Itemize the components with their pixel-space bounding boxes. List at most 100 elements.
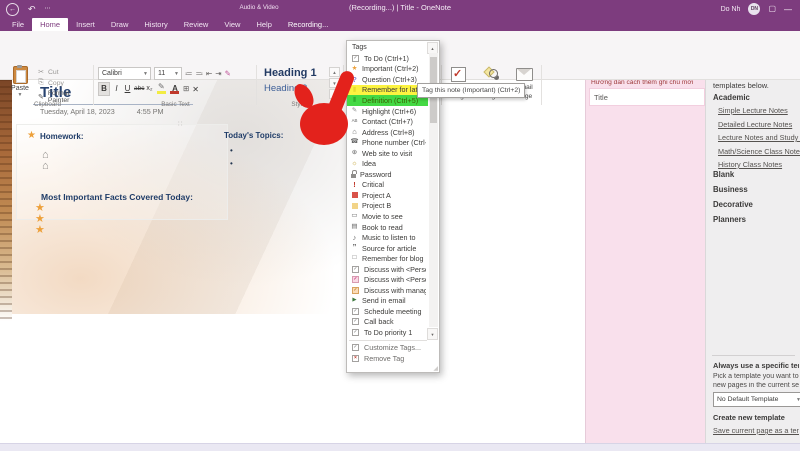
homework-line: ★ Homework: <box>27 131 84 141</box>
tab-review[interactable]: Review <box>176 18 217 31</box>
strikethrough-button[interactable]: abc <box>134 83 143 95</box>
tag-menu-item-label: Critical <box>362 180 384 189</box>
tab-draw[interactable]: Draw <box>103 18 137 31</box>
tag-menu-item[interactable]: ✓Call back <box>347 317 428 328</box>
paste-button[interactable]: Paste ▼ <box>7 66 33 100</box>
tag-menu-item[interactable]: Send in email <box>347 296 428 307</box>
template-link[interactable]: Math/Science Class Notes <box>718 147 800 156</box>
tab-home[interactable]: Home <box>32 18 68 31</box>
style-heading-2[interactable]: Heading 2 <box>264 83 307 94</box>
tag-menu-item[interactable]: Contact (Ctrl+7) <box>347 116 428 127</box>
ribbon-display-options-icon[interactable]: ▢ <box>768 5 776 13</box>
tag-menu-item[interactable]: Critical <box>347 180 428 191</box>
tab-recording[interactable]: Recording... <box>280 18 336 31</box>
tag-menu-item[interactable]: Web site to visit <box>347 148 428 159</box>
cut-button[interactable]: ✂ Cut <box>37 68 92 76</box>
tag-menu-item[interactable]: Music to listen to <box>347 232 428 243</box>
tag-menu-item-label: Schedule meeting <box>364 307 422 316</box>
always-template-heading: Always use a specific template <box>713 361 799 370</box>
tab-help[interactable]: Help <box>248 18 279 31</box>
numbered-list-icon[interactable]: ≕ <box>196 70 204 78</box>
tag-menu-item-label: Discuss with manage <box>364 286 426 295</box>
page-list-item[interactable]: Title <box>589 88 705 106</box>
tag-menu-item[interactable]: Remember for blog <box>347 253 428 264</box>
templates-section-academic[interactable]: Academic <box>713 93 750 102</box>
tag-menu-item[interactable]: Highlight (Ctrl+6) <box>347 106 428 117</box>
resize-grip-icon[interactable]: ◢ <box>433 366 438 372</box>
tag-menu-item[interactable]: ✓To Do priority 1 <box>347 327 428 338</box>
back-icon[interactable]: ← <box>6 3 19 16</box>
remove-tagitem[interactable]: ×Remove Tag <box>347 353 439 364</box>
facts-heading[interactable]: Most Important Facts Covered Today: <box>41 192 193 202</box>
tag-menu-item[interactable]: Important (Ctrl+2) <box>347 64 428 75</box>
homework-heading[interactable]: Homework: <box>40 132 84 141</box>
tag-menu-item[interactable]: Definition (Ctrl+5) <box>347 95 428 106</box>
subscript-button[interactable]: x₂ <box>145 83 154 95</box>
template-link[interactable]: Lecture Notes and Study Que <box>718 133 800 142</box>
font-size-select[interactable]: 11▼ <box>154 67 182 80</box>
template-category-planners[interactable]: Planners <box>713 215 753 224</box>
tag-menu-item[interactable]: ✓Discuss with <Person <box>347 274 428 285</box>
font-color-icon[interactable]: A <box>170 84 180 94</box>
underline-button[interactable]: U <box>123 83 132 95</box>
text-highlight-color-icon[interactable] <box>157 84 167 94</box>
bullet-list-icon[interactable]: ≔ <box>185 70 193 78</box>
tag-menu-item[interactable]: Project A <box>347 190 428 201</box>
tag-menu-item[interactable]: Project B <box>347 201 428 212</box>
discuss-check-pink-icon: ✓ <box>352 276 359 283</box>
increase-indent-icon[interactable]: ⇥ <box>215 70 221 78</box>
tag-menu-item[interactable]: Remember for late <box>347 85 428 96</box>
tab-file[interactable]: File <box>4 18 32 31</box>
qat-customize-icon[interactable]: ⋯ <box>45 6 51 12</box>
avatar[interactable]: DN <box>748 3 760 15</box>
cut-icon: ✂ <box>37 68 45 76</box>
tag-menu-item[interactable]: Source for article <box>347 243 428 254</box>
minimize-button[interactable]: — <box>784 5 792 14</box>
paste-caret-icon[interactable]: ▼ <box>18 93 23 98</box>
italic-button[interactable]: I <box>112 83 121 95</box>
todo-check-icon <box>451 66 466 82</box>
tag-menu-item[interactable]: Idea <box>347 158 428 169</box>
tag-menu-item-label: Important (Ctrl+2) <box>362 64 419 73</box>
tag-menu-item[interactable]: Phone number (Ctrl+ <box>347 137 428 148</box>
styles-more-icon[interactable]: ≡ <box>329 89 340 99</box>
template-category-blank[interactable]: Blank <box>713 170 753 179</box>
tag-menu-item-label: Music to listen to <box>362 233 416 242</box>
styles-pen-icon[interactable]: ✎ <box>225 70 231 78</box>
note-container-handle-icon[interactable]: ∷ <box>178 120 183 128</box>
tab-history[interactable]: History <box>136 18 175 31</box>
decrease-indent-icon[interactable]: ⇤ <box>206 70 212 78</box>
tag-menu-item[interactable]: Address (Ctrl+8) <box>347 127 428 138</box>
styles-down-icon[interactable]: ▼ <box>329 78 340 88</box>
template-link[interactable]: Simple Lecture Notes <box>718 106 800 115</box>
styles-up-icon[interactable]: ▲ <box>329 67 340 77</box>
template-category-business[interactable]: Business <box>713 185 753 194</box>
templates-categories: Blank Business Decorative Planners <box>713 170 753 224</box>
font-name-select[interactable]: Calibri▼ <box>98 67 151 80</box>
tag-menu-item[interactable]: Book to read <box>347 222 428 233</box>
quick-access-toolbar: ← ↶ ⋯ <box>6 2 51 16</box>
tab-view[interactable]: View <box>216 18 248 31</box>
scroll-down-icon[interactable]: ▼ <box>427 328 438 340</box>
tag-menu-item[interactable]: Password <box>347 169 428 180</box>
copy-button[interactable]: ⎘ Copy <box>37 79 92 87</box>
style-heading-1[interactable]: Heading 1 <box>264 67 317 79</box>
tag-menu-item[interactable]: ✓Schedule meeting <box>347 306 428 317</box>
bold-button[interactable]: B <box>98 82 110 96</box>
clear-formatting-icon[interactable]: ✕ <box>192 85 199 94</box>
topics-heading[interactable]: Today's Topics: <box>224 131 283 140</box>
template-link[interactable]: History Class Notes <box>718 160 800 169</box>
tab-insert[interactable]: Insert <box>68 18 103 31</box>
borders-icon[interactable]: ⊞ <box>183 85 189 93</box>
template-link[interactable]: Detailed Lecture Notes <box>718 120 800 129</box>
tag-menu-item[interactable]: Movie to see <box>347 211 428 222</box>
save-as-template-link[interactable]: Save current page as a templa <box>713 426 799 435</box>
default-template-select[interactable]: No Default Template ▼ <box>713 392 800 407</box>
tag-menu-item[interactable]: ✓To Do (Ctrl+1) <box>347 53 428 64</box>
customize-tags-item[interactable]: ✓Customize Tags... <box>347 342 439 353</box>
template-category-decorative[interactable]: Decorative <box>713 200 753 209</box>
tag-menu-item[interactable]: ✓Discuss with <Person <box>347 264 428 275</box>
tag-menu-item[interactable]: ✓Discuss with manage <box>347 285 428 296</box>
undo-icon[interactable]: ↶ <box>28 5 36 14</box>
tag-menu-item[interactable]: Question (Ctrl+3) <box>347 74 428 85</box>
